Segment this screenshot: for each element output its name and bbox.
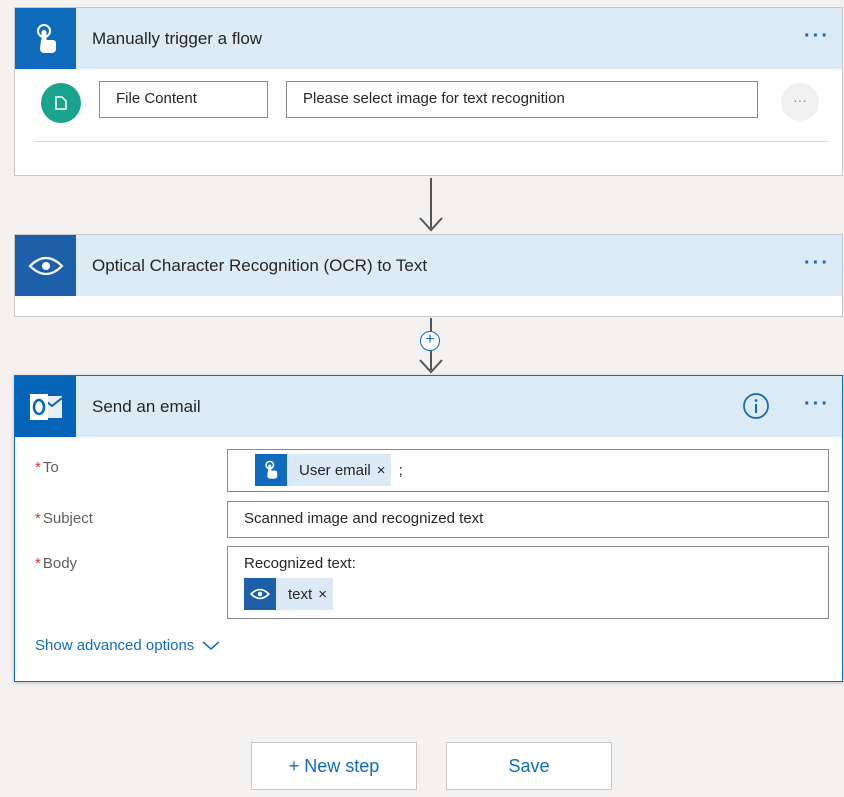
hand-touch-icon — [255, 454, 287, 486]
save-button[interactable]: Save — [446, 742, 612, 790]
file-icon — [41, 83, 81, 123]
to-label: * To — [35, 459, 59, 476]
to-field[interactable]: User email × ; — [227, 449, 829, 492]
trigger-card: Manually trigger a flow ··· File Content… — [14, 7, 843, 176]
trigger-card-header[interactable]: Manually trigger a flow ··· — [15, 8, 842, 69]
token-remove-button[interactable]: × — [377, 462, 392, 479]
eye-icon — [244, 578, 276, 610]
chevron-down-icon — [202, 640, 220, 650]
ocr-body — [15, 296, 842, 316]
subject-label: * Subject — [35, 510, 93, 527]
user-email-token[interactable]: User email × — [255, 454, 392, 486]
new-step-button[interactable]: + New step — [251, 742, 417, 790]
email-more-button[interactable]: ··· — [804, 394, 830, 414]
token-remove-button[interactable]: × — [318, 586, 333, 603]
body-text: Recognized text: — [244, 555, 356, 572]
eye-icon — [15, 235, 76, 296]
info-icon[interactable] — [742, 392, 770, 420]
ocr-more-button[interactable]: ··· — [804, 253, 830, 273]
add-step-symbol: + — [425, 331, 435, 348]
trigger-more-button[interactable]: ··· — [804, 26, 830, 46]
ocr-text-token[interactable]: text × — [244, 578, 333, 610]
to-separator: ; — [398, 461, 403, 479]
input-prompt-field[interactable]: Please select image for text recognition — [286, 81, 758, 118]
divider — [35, 141, 828, 142]
body-field[interactable]: Recognized text: text × — [227, 546, 829, 619]
ocr-title: Optical Character Recognition (OCR) to T… — [92, 255, 428, 275]
trigger-title: Manually trigger a flow — [92, 28, 263, 48]
required-mark: * — [35, 459, 41, 476]
email-title: Send an email — [92, 396, 201, 416]
add-step-button[interactable]: + — [420, 331, 440, 351]
ocr-card-header[interactable]: Optical Character Recognition (OCR) to T… — [15, 235, 842, 296]
hand-touch-icon — [15, 8, 76, 69]
ocr-card: Optical Character Recognition (OCR) to T… — [14, 234, 843, 317]
outlook-icon — [15, 376, 76, 437]
subject-field[interactable]: Scanned image and recognized text — [227, 501, 829, 538]
trigger-body: File Content Please select image for tex… — [15, 69, 842, 175]
email-card-header[interactable]: Send an email ··· — [15, 376, 842, 437]
show-advanced-options-link[interactable]: Show advanced options — [35, 637, 220, 654]
token-label: text — [288, 585, 313, 603]
connector-arrow — [419, 178, 443, 232]
email-body: * To User email × ; * Subject Scanned imag… — [15, 437, 842, 681]
field-more-button[interactable]: ··· — [781, 83, 819, 121]
body-label: * Body — [35, 555, 78, 572]
required-mark: * — [35, 510, 41, 527]
email-card: Send an email ··· * To User email × ; * … — [14, 375, 843, 682]
token-label: User email — [299, 461, 371, 479]
input-name-field[interactable]: File Content — [99, 81, 268, 118]
required-mark: * — [35, 555, 41, 572]
